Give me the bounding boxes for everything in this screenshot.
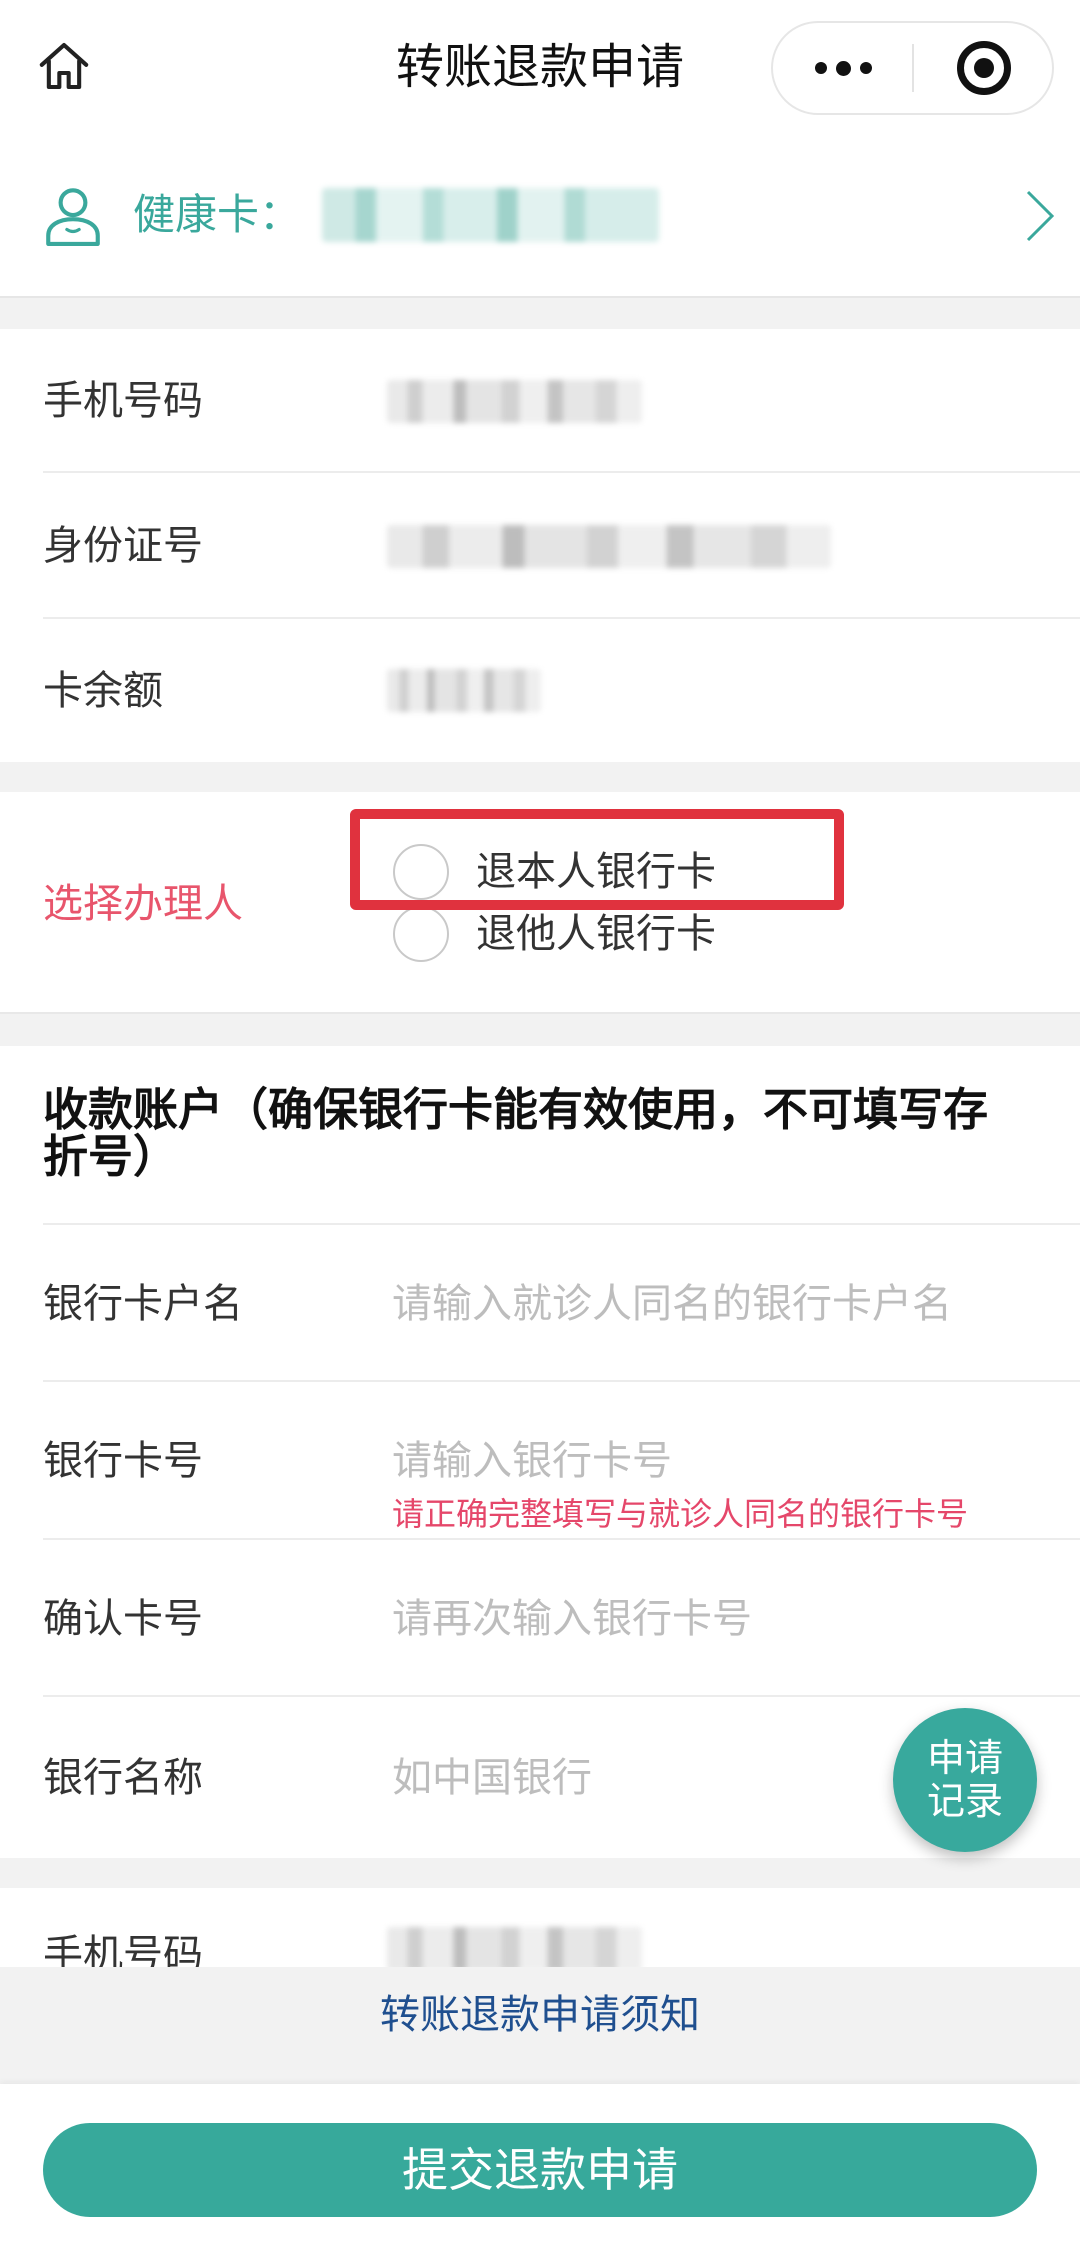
page-title: 转账退款申请 bbox=[395, 39, 684, 95]
field-label: 银行卡户名 bbox=[43, 1280, 243, 1327]
health-card-label: 健康卡： bbox=[133, 190, 302, 239]
field-label: 银行卡号 bbox=[43, 1438, 203, 1484]
more-button[interactable] bbox=[773, 23, 913, 113]
info-label: 身份证号 bbox=[43, 523, 203, 569]
handler-label: 选择办理人 bbox=[43, 881, 243, 927]
info-row-balance: 卡余额 bbox=[0, 619, 1080, 762]
masked-value bbox=[387, 379, 642, 423]
field-card-number: 银行卡号 请正确完整填写与就诊人同名的银行卡号 bbox=[0, 1382, 1080, 1540]
radio-option-other-card[interactable]: 退他人银行卡 bbox=[393, 904, 843, 964]
section-title: 收款账户（确保银行卡能有效使用，不可填写存折号） bbox=[43, 1083, 989, 1183]
field-account-name: 银行卡户名 bbox=[0, 1225, 1080, 1382]
masked-value bbox=[387, 1927, 642, 1971]
more-dots-icon bbox=[835, 60, 851, 76]
masked-health-card-number bbox=[322, 188, 659, 242]
home-icon bbox=[39, 42, 89, 90]
refund-notice-link[interactable]: 转账退款申请须知 bbox=[0, 1991, 1080, 2039]
application-records-label: 申请记录 bbox=[926, 1736, 1003, 1823]
highlight-box bbox=[350, 809, 844, 910]
user-outline-icon bbox=[46, 188, 100, 246]
field-label: 银行名称 bbox=[43, 1754, 203, 1801]
info-label: 手机号码 bbox=[43, 378, 203, 424]
info-label: 卡余额 bbox=[43, 667, 163, 714]
confirm-card-input[interactable] bbox=[392, 1590, 952, 1647]
mini-program-capsule bbox=[771, 21, 1054, 115]
card-number-input[interactable] bbox=[392, 1433, 952, 1489]
bottom-action-bar: 提交退款申请 bbox=[0, 2084, 1080, 2246]
info-row-phone: 手机号码 bbox=[0, 329, 1080, 473]
close-button[interactable] bbox=[914, 23, 1054, 113]
patient-info-section: 手机号码 身份证号 卡余额 bbox=[0, 329, 1080, 762]
card-number-hint: 请正确完整填写与就诊人同名的银行卡号 bbox=[392, 1495, 969, 1533]
home-button[interactable] bbox=[36, 38, 92, 94]
health-card-selector[interactable]: 健康卡： bbox=[0, 136, 1080, 298]
chevron-right-icon bbox=[1026, 190, 1055, 242]
notice-bar: 转账退款申请须知 bbox=[0, 1967, 1080, 2084]
bank-name-input[interactable] bbox=[392, 1749, 952, 1806]
field-label: 确认卡号 bbox=[43, 1595, 203, 1642]
radio-button[interactable] bbox=[393, 906, 449, 962]
radio-label: 退他人银行卡 bbox=[476, 911, 716, 957]
masked-value bbox=[387, 669, 541, 712]
more-dots-icon bbox=[859, 62, 872, 74]
account-name-input[interactable] bbox=[392, 1275, 952, 1332]
submit-button[interactable]: 提交退款申请 bbox=[43, 2123, 1037, 2217]
masked-value bbox=[387, 524, 831, 568]
nav-bar: 转账退款申请 bbox=[0, 0, 1080, 136]
info-row-id: 身份证号 bbox=[0, 473, 1080, 619]
field-confirm-card: 确认卡号 bbox=[0, 1540, 1080, 1697]
target-circle-icon bbox=[957, 41, 1011, 95]
application-records-button[interactable]: 申请记录 bbox=[893, 1708, 1037, 1852]
more-dots-icon bbox=[814, 62, 827, 74]
